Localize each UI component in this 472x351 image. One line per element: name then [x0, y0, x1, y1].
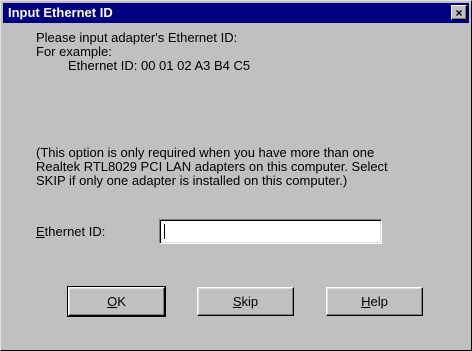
ok-rest: K [117, 294, 126, 309]
title-bar[interactable]: Input Ethernet ID × [3, 3, 469, 23]
help-mnemonic: H [361, 294, 371, 309]
close-icon: × [455, 5, 463, 20]
ok-button-label: OK [107, 294, 126, 309]
ethernet-id-label: Ethernet ID: [36, 225, 105, 239]
help-button[interactable]: Help [326, 287, 423, 316]
ok-mnemonic: O [107, 294, 118, 309]
dialog-window: Input Ethernet ID × Please input adapter… [0, 0, 472, 351]
instruction-line-1: Please input adapter's Ethernet ID: [36, 30, 238, 45]
note-line-1: (This option is only required when you h… [36, 145, 375, 160]
ethernet-id-label-mnemonic: E [36, 224, 45, 239]
skip-rest: kip [241, 294, 259, 309]
instruction-line-2: For example: [36, 44, 112, 59]
note-line-3: SKIP if only one adapter is installed on… [36, 173, 348, 188]
skip-mnemonic: S [232, 294, 242, 309]
skip-button[interactable]: Skip [197, 287, 294, 316]
example-text: Ethernet ID: 00 01 02 A3 B4 C5 [68, 58, 251, 73]
help-rest: elp [370, 294, 388, 309]
ok-button[interactable]: OK [67, 286, 166, 317]
help-button-label: Help [361, 294, 388, 309]
close-button[interactable]: × [451, 5, 467, 20]
ethernet-id-label-rest: thernet ID: [44, 224, 106, 239]
window-title: Input Ethernet ID [8, 5, 113, 20]
note-line-2: Realtek RTL8029 PCI LAN adapters on this… [36, 159, 388, 174]
skip-button-label: Skip [233, 294, 258, 309]
text-caret [164, 224, 165, 239]
ethernet-id-input[interactable] [159, 219, 382, 244]
